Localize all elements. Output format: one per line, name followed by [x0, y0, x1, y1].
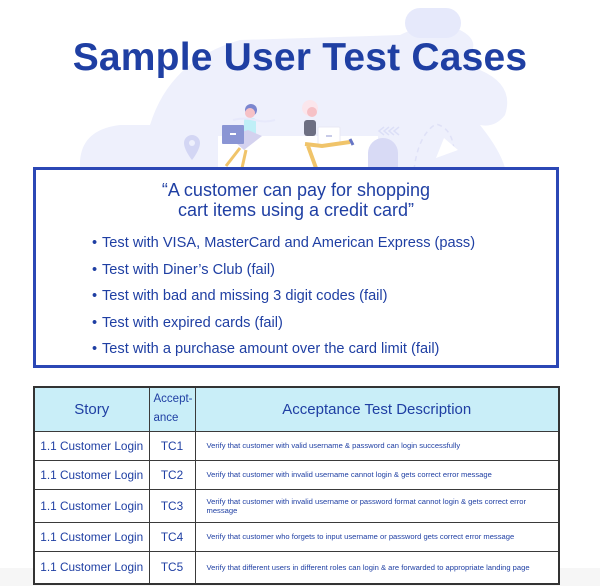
cell-test-id: TC3 [148, 488, 196, 523]
table-header-row: Story Accept- ance Acceptance Test Descr… [33, 386, 560, 432]
user-story-box: “A customer can pay for shopping cart it… [33, 167, 559, 368]
cell-test-id: TC5 [148, 550, 196, 585]
column-header-acceptance-line: Accept- [153, 393, 193, 406]
user-story-quote: “A customer can pay for shopping cart it… [36, 180, 556, 220]
bullet-icon: • [92, 341, 98, 357]
cell-story: 1.1 Customer Login [33, 550, 150, 585]
column-header-description: Acceptance Test Description [194, 386, 560, 432]
test-cases-table: Story Accept- ance Acceptance Test Descr… [33, 386, 560, 585]
cell-description: Verify that customer with invalid userna… [194, 459, 560, 490]
test-bullet-item: • Test with a purchase amount over the ca… [92, 339, 475, 366]
user-story-quote-line: “A customer can pay for shopping [161, 180, 431, 200]
bullet-icon: • [92, 235, 98, 251]
test-bullet-item: • Test with expired cards (fail) [92, 313, 475, 340]
table-row: 1.1 Customer Login TC2 Verify that custo… [33, 459, 560, 490]
arch-shape [368, 138, 398, 168]
header-illustration [79, 8, 508, 170]
cell-story: 1.1 Customer Login [33, 521, 150, 552]
test-bullet-text: Test with Diner’s Club (fail) [102, 261, 276, 278]
cell-story: 1.1 Customer Login [33, 430, 150, 461]
column-header-acceptance-line: ance [153, 412, 179, 425]
test-bullet-item: • Test with VISA, MasterCard and American… [92, 233, 475, 260]
column-header-acceptance: Accept- ance [148, 386, 196, 432]
column-header-story: Story [33, 386, 150, 432]
test-bullet-text: Test with a purchase amount over the car… [102, 341, 440, 357]
table-row: 1.1 Customer Login TC5 Verify that diffe… [33, 550, 560, 585]
bullet-icon: • [92, 314, 98, 331]
user-story-quote-line: cart items using a credit card” [177, 200, 415, 220]
table-row: 1.1 Customer Login TC1 Verify that custo… [33, 430, 560, 461]
cell-description: Verify that customer with invalid userna… [194, 488, 560, 523]
cell-description: Verify that different users in different… [194, 550, 560, 585]
cell-description: Verify that customer with valid username… [194, 430, 560, 461]
bullet-icon: • [92, 261, 98, 278]
page-title: Sample User Test Cases [72, 36, 528, 79]
bullet-icon: • [92, 288, 98, 304]
table-row: 1.1 Customer Login TC4 Verify that custo… [33, 521, 560, 552]
test-bullet-text: Test with expired cards (fail) [102, 314, 283, 331]
test-bullet-text: Test with VISA, MasterCard and American … [102, 235, 476, 251]
cell-test-id: TC4 [148, 521, 196, 552]
table-row: 1.1 Customer Login TC3 Verify that custo… [33, 488, 560, 523]
cell-description: Verify that customer who forgets to inpu… [194, 521, 560, 552]
cell-story: 1.1 Customer Login [33, 488, 150, 523]
test-bullet-item: • Test with Diner’s Club (fail) [92, 260, 475, 287]
cell-test-id: TC1 [148, 430, 196, 461]
cell-story: 1.1 Customer Login [33, 459, 150, 490]
test-bullet-item: • Test with bad and missing 3 digit codes… [92, 286, 475, 313]
test-bullet-list: • Test with VISA, MasterCard and American… [92, 233, 475, 366]
cell-test-id: TC2 [148, 459, 196, 490]
test-bullet-text: Test with bad and missing 3 digit codes … [102, 288, 388, 304]
